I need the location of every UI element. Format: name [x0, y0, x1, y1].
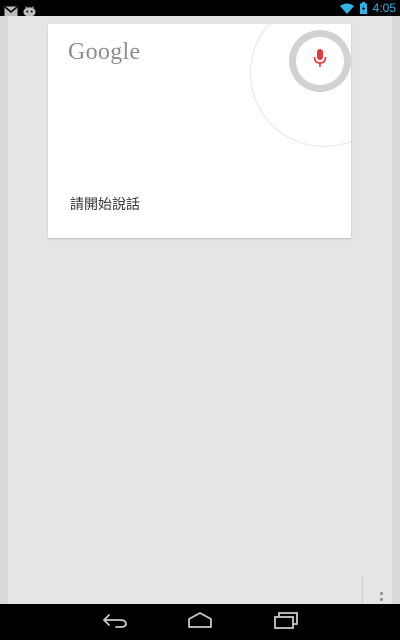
system-icons: 4:05 [339, 0, 396, 18]
navigation-bar [0, 604, 400, 640]
voice-search-card: Google 請開始說話 [48, 24, 351, 238]
right-gutter [392, 16, 400, 604]
mic-button[interactable] [289, 30, 351, 92]
back-icon [102, 612, 128, 632]
clock: 4:05 [372, 1, 396, 15]
battery-icon [359, 0, 367, 18]
back-button[interactable] [95, 608, 135, 636]
microphone-icon [313, 49, 327, 73]
wifi-icon [339, 0, 354, 18]
menu-dot [379, 591, 383, 595]
mic-button-inner[interactable] [296, 37, 344, 85]
recents-button[interactable] [266, 608, 306, 636]
recents-icon [273, 611, 299, 633]
screen: 4:05 Google 請開始說話 [0, 0, 400, 640]
content-area: Google 請開始說話 [0, 16, 400, 612]
status-bar: 4:05 [0, 0, 400, 18]
home-button[interactable] [180, 608, 220, 636]
left-gutter [0, 16, 8, 604]
home-icon [187, 612, 213, 632]
speak-now-prompt: 請開始說話 [70, 197, 140, 213]
menu-dot [379, 597, 383, 601]
google-logo: Google [68, 39, 141, 65]
